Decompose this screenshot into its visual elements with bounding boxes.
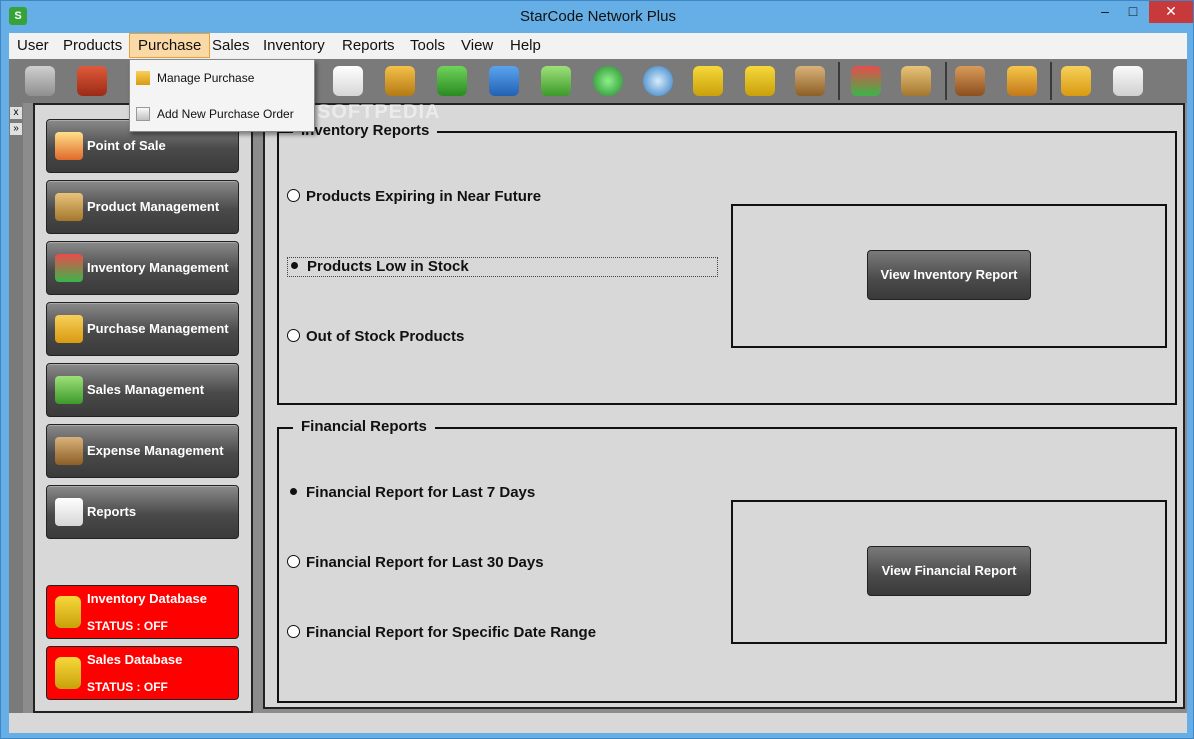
expense-management-button[interactable]: Expense Management (46, 424, 239, 478)
radio-financial-30-days[interactable]: Financial Report for Last 30 Days (287, 554, 544, 574)
inventory-database-status[interactable]: Inventory Database STATUS : OFF (46, 585, 239, 639)
radio-indicator (287, 554, 300, 568)
maximize-button[interactable]: □ (1119, 1, 1147, 23)
settings-icon[interactable] (643, 66, 673, 96)
product-box-icon (55, 193, 83, 221)
database-icon[interactable] (593, 66, 623, 96)
database-stack-icon[interactable] (745, 66, 775, 96)
group-title: Financial Reports (293, 418, 435, 435)
inventory-blocks-icon (55, 254, 83, 282)
client-area: x » Point of Sale Product Management Inv… (9, 103, 1187, 731)
database-icon (55, 657, 81, 689)
financial-reports-group: Financial Reports Financial Report for L… (277, 418, 1177, 703)
menu-inventory[interactable]: Inventory (255, 33, 333, 58)
radio-low-stock-products[interactable]: Products Low in Stock (287, 257, 718, 277)
boxes-icon[interactable] (901, 66, 931, 96)
users-icon[interactable] (385, 66, 415, 96)
radio-out-of-stock-products[interactable]: Out of Stock Products (287, 328, 464, 348)
logout-icon[interactable] (77, 66, 107, 96)
customers-icon[interactable] (489, 66, 519, 96)
inventory-management-button[interactable]: Inventory Management (46, 241, 239, 295)
radio-indicator (290, 487, 297, 495)
delivery-truck-icon[interactable] (437, 66, 467, 96)
menu-sales[interactable]: Sales (204, 33, 258, 58)
dock-pin-icon[interactable]: » (10, 123, 22, 135)
menu-products[interactable]: Products (55, 33, 130, 58)
title-bar: S StarCode Network Plus – □ ✕ (1, 1, 1194, 33)
radio-expiring-products[interactable]: Products Expiring in Near Future (287, 188, 541, 208)
point-of-sale-icon (55, 132, 83, 160)
sidebar: Point of Sale Product Management Invento… (33, 103, 253, 713)
minimize-button[interactable]: – (1091, 1, 1119, 23)
purchase-management-button[interactable]: Purchase Management (46, 302, 239, 356)
radio-indicator (287, 328, 300, 342)
report-icon (55, 498, 83, 526)
window-title: StarCode Network Plus (520, 8, 676, 25)
radio-financial-7-days[interactable]: Financial Report for Last 7 Days (287, 484, 535, 504)
add-database-icon[interactable] (693, 66, 723, 96)
menu-view[interactable]: View (453, 33, 501, 58)
menu-reports[interactable]: Reports (334, 33, 403, 58)
view-inventory-report-button[interactable]: View Inventory Report (867, 250, 1031, 300)
inventory-reports-group: Inventory Reports Products Expiring in N… (277, 122, 1177, 405)
financial-report-action-box: View Financial Report (731, 500, 1167, 644)
purchase-list-icon (136, 71, 150, 85)
wallet-icon (55, 437, 83, 465)
radio-indicator (287, 188, 300, 202)
reports-button[interactable]: Reports (46, 485, 239, 539)
radio-indicator (291, 261, 298, 269)
toolbar-separator (838, 62, 840, 100)
wallet-icon[interactable] (795, 66, 825, 96)
product-management-button[interactable]: Product Management (46, 180, 239, 234)
radio-indicator (287, 624, 300, 638)
database-icon (55, 596, 81, 628)
close-button[interactable]: ✕ (1149, 1, 1193, 23)
sales-growth-icon (55, 376, 83, 404)
left-dock-strip: x » (9, 103, 23, 723)
menu-tools[interactable]: Tools (402, 33, 453, 58)
sales-growth-icon[interactable] (541, 66, 571, 96)
sales-management-button[interactable]: Sales Management (46, 363, 239, 417)
menu-bar: User Products Purchase Sales Inventory R… (9, 33, 1187, 59)
report-icon[interactable] (333, 66, 363, 96)
dock-close-icon[interactable]: x (10, 107, 22, 119)
app-window: S StarCode Network Plus – □ ✕ User Produ… (0, 0, 1194, 739)
purchase-list-icon (55, 315, 83, 343)
inventory-icon[interactable] (851, 66, 881, 96)
menu-purchase[interactable]: Purchase (129, 33, 211, 58)
menu-help[interactable]: Help (502, 33, 549, 58)
toolbar-separator (945, 62, 947, 100)
sales-database-status[interactable]: Sales Database STATUS : OFF (46, 646, 239, 700)
status-bar (9, 713, 1187, 733)
radio-financial-date-range[interactable]: Financial Report for Specific Date Range (287, 624, 596, 644)
toolbar-separator (1050, 62, 1052, 100)
purchase-list-icon[interactable] (1061, 66, 1091, 96)
reports-panel: Inventory Reports Products Expiring in N… (263, 103, 1185, 709)
login-icon[interactable] (25, 66, 55, 96)
purchase-order-icon (136, 107, 150, 121)
menu-user[interactable]: User (9, 33, 57, 58)
menu-item-add-purchase-order[interactable]: Add New Purchase Order (131, 97, 313, 131)
purchase-order-icon[interactable] (1113, 66, 1143, 96)
view-financial-report-button[interactable]: View Financial Report (867, 546, 1031, 596)
product-icon[interactable] (955, 66, 985, 96)
inventory-report-action-box: View Inventory Report (731, 204, 1167, 348)
watermark: SOFTPEDIA (317, 101, 441, 123)
open-box-icon[interactable] (1007, 66, 1037, 96)
purchase-dropdown-menu: Manage Purchase Add New Purchase Order (129, 59, 315, 132)
menu-item-manage-purchase[interactable]: Manage Purchase (131, 61, 313, 95)
